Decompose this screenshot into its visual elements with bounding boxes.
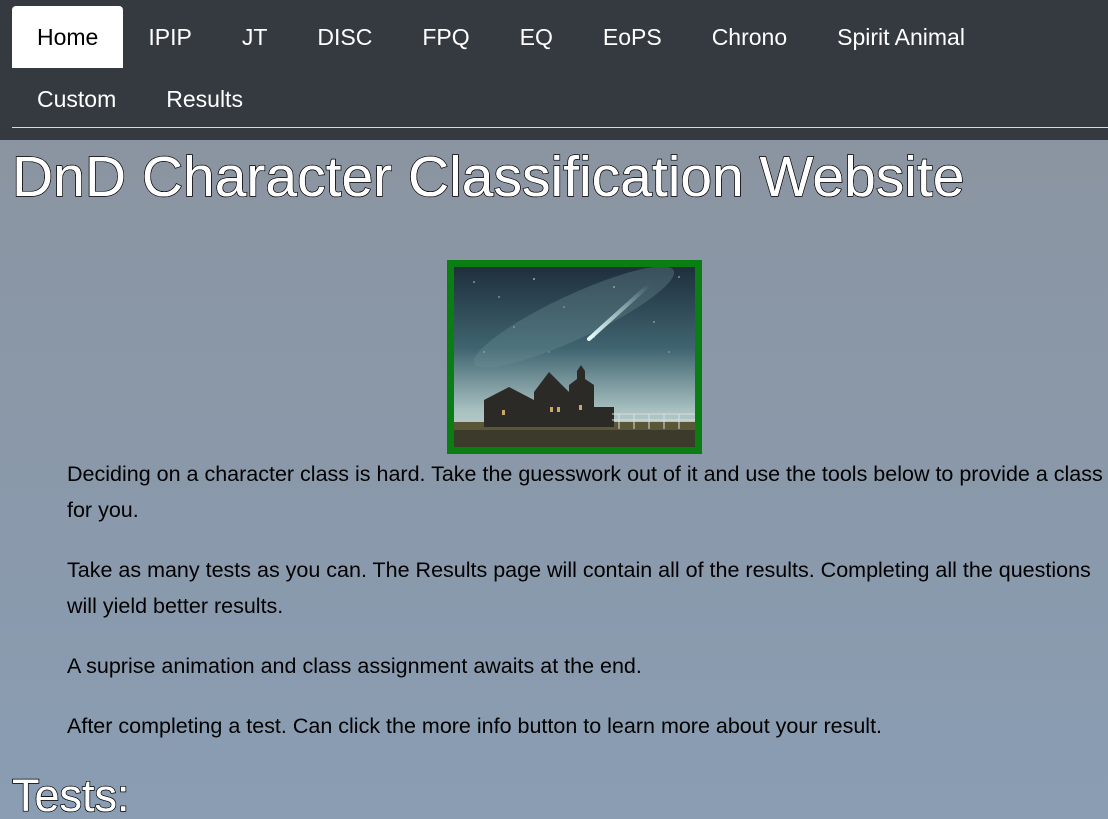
tab-fpq[interactable]: FPQ [397,6,494,68]
night-sky-church-photo [454,267,695,447]
nav-divider [12,127,1108,128]
tab-custom[interactable]: Custom [12,68,141,130]
nav-row-secondary: Custom Results [12,68,268,130]
tab-eops[interactable]: EoPS [578,6,687,68]
tests-heading: Tests: [11,769,130,819]
intro-text: Deciding on a character class is hard. T… [67,456,1107,768]
intro-paragraph-4: After completing a test. Can click the m… [67,714,883,738]
tab-ipip[interactable]: IPIP [123,6,216,68]
tab-eq[interactable]: EQ [495,6,578,68]
tab-results[interactable]: Results [141,68,268,130]
tab-jt[interactable]: JT [217,6,293,68]
intro-paragraph-3: A suprise animation and class assignment… [67,654,642,678]
nav-row-primary: Home IPIP JT DISC FPQ EQ EoPS Chrono Spi… [12,6,990,68]
hero-image [447,260,702,454]
page-title: DnD Character Classification Website [11,144,965,210]
navbar: Home IPIP JT DISC FPQ EQ EoPS Chrono Spi… [0,0,1108,140]
tab-spirit-animal[interactable]: Spirit Animal [812,6,990,68]
tab-chrono[interactable]: Chrono [687,6,812,68]
tab-home[interactable]: Home [12,6,124,68]
tab-disc[interactable]: DISC [292,6,397,68]
intro-paragraph-2: Take as many tests as you can. The Resul… [67,558,1091,618]
intro-paragraph-1: Deciding on a character class is hard. T… [67,462,1103,522]
